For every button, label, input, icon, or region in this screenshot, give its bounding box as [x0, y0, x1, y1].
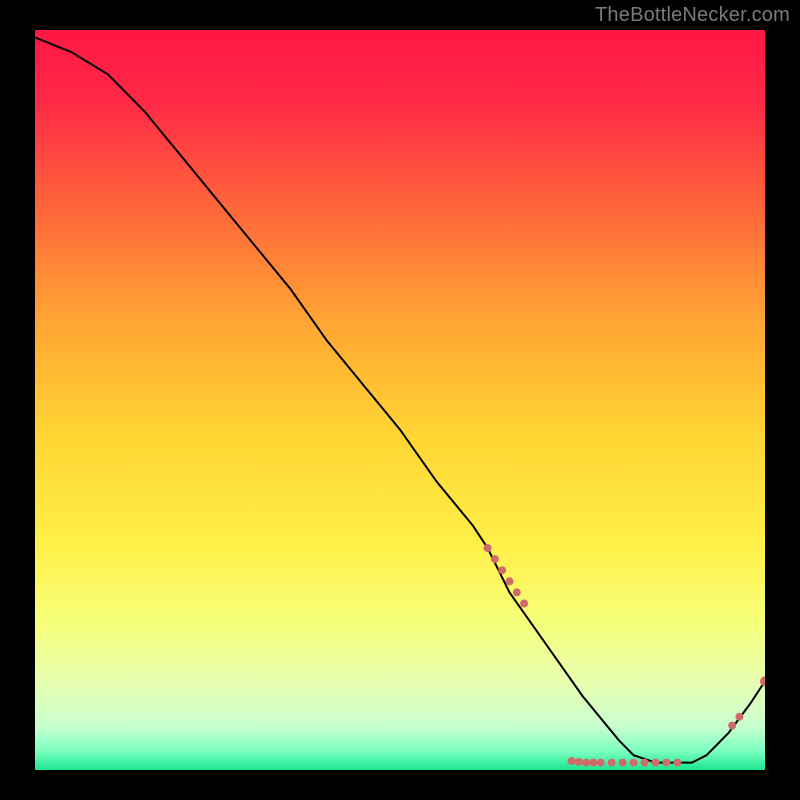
data-marker — [652, 759, 660, 767]
data-marker — [597, 759, 605, 767]
data-marker — [491, 555, 499, 563]
data-marker — [568, 757, 576, 765]
data-marker — [735, 713, 743, 721]
data-marker — [728, 722, 736, 730]
data-marker — [630, 759, 638, 767]
data-marker — [608, 759, 616, 767]
chart-stage: TheBottleNecker.com — [0, 0, 800, 800]
data-marker — [662, 759, 670, 767]
data-marker — [513, 588, 521, 596]
data-marker — [589, 759, 597, 767]
data-marker — [484, 544, 492, 552]
data-marker — [673, 759, 681, 767]
data-marker — [575, 758, 583, 766]
chart-svg — [35, 30, 765, 770]
data-marker — [498, 566, 506, 574]
attribution-text: TheBottleNecker.com — [595, 4, 790, 27]
data-marker — [582, 759, 590, 767]
gradient-background — [35, 30, 765, 770]
data-marker — [520, 600, 528, 608]
plot-area — [35, 30, 765, 770]
data-marker — [641, 759, 649, 767]
data-marker — [506, 577, 514, 585]
data-marker — [619, 759, 627, 767]
